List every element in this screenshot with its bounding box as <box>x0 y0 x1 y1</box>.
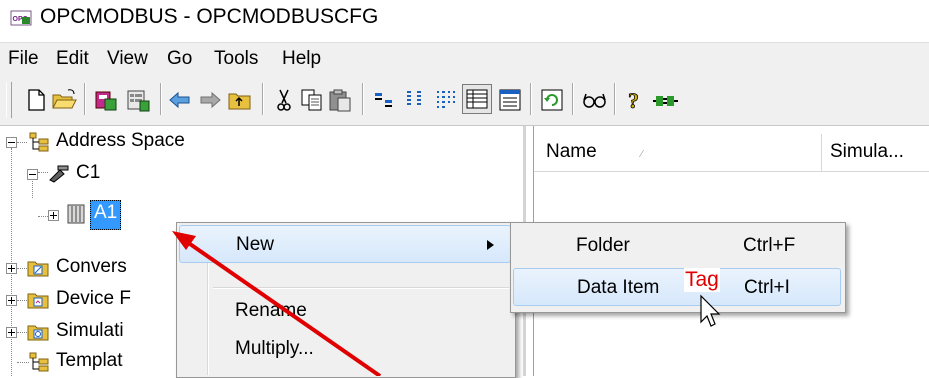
mouse-pointer-icon <box>700 294 721 327</box>
annotation-overlay <box>172 231 721 376</box>
red-arrow-annotation <box>172 231 382 376</box>
